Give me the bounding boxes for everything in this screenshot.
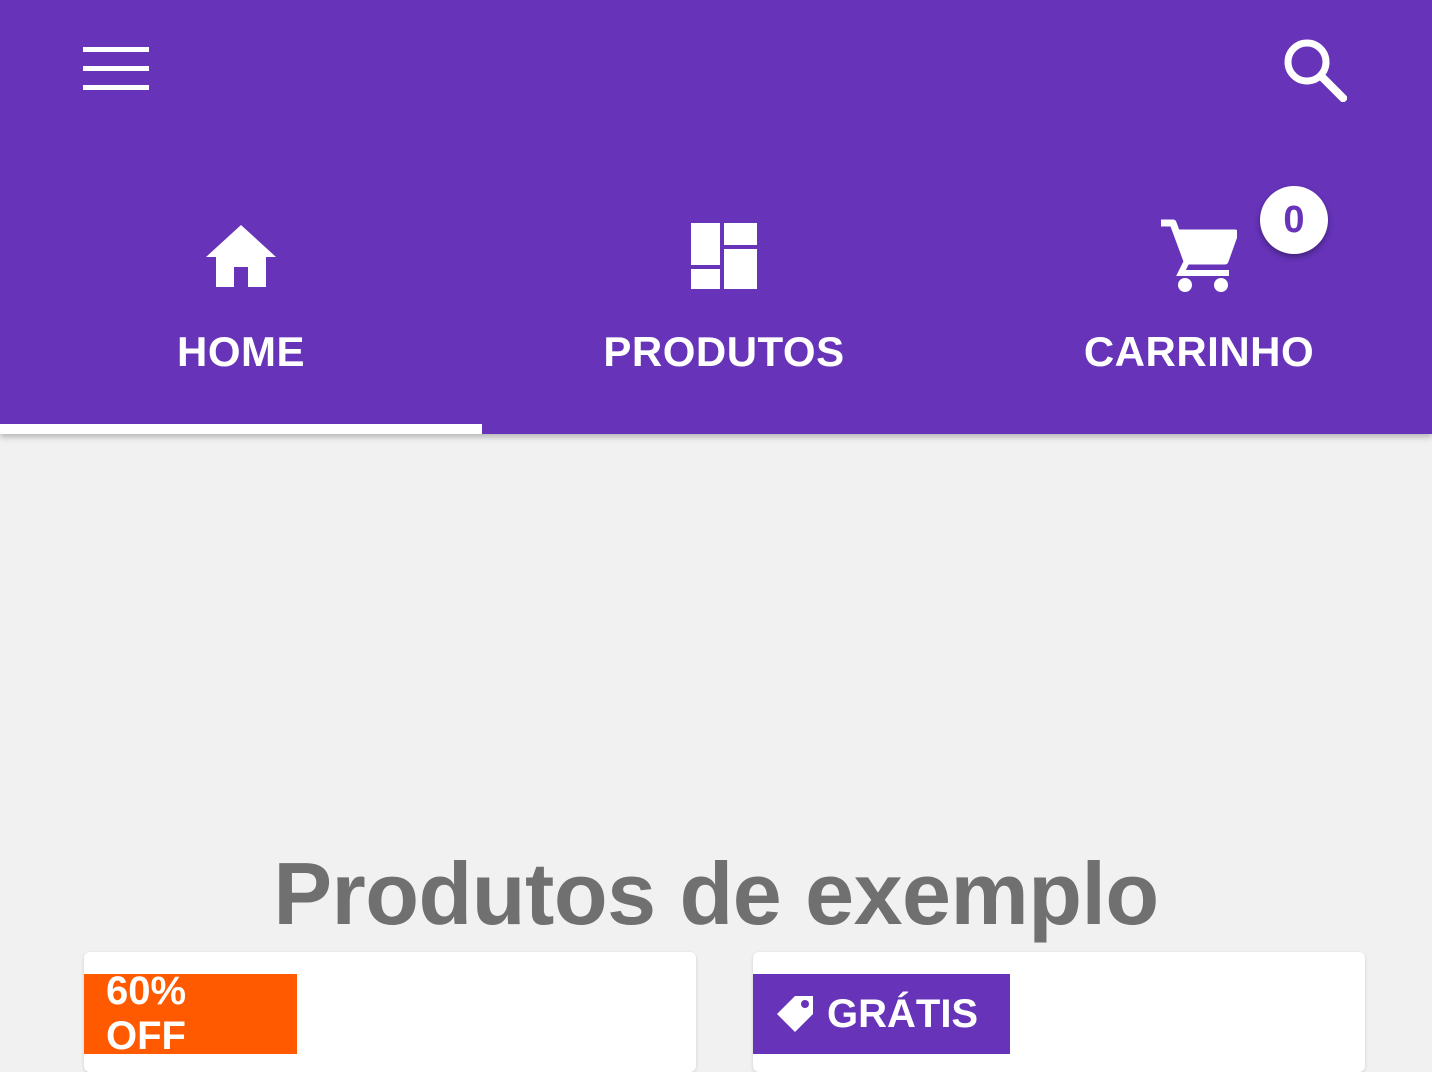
tag-icon [775,994,815,1034]
cart-icon [1159,216,1239,296]
selected-tab-indicator [0,424,482,434]
free-badge: GRÁTIS [753,974,1010,1054]
tab-home-label: HOME [177,328,305,375]
search-button[interactable] [1266,26,1362,112]
hamburger-menu-icon [83,47,149,90]
tab-bar: HOME PRODUTOS CARRINHO [0,180,1432,434]
home-icon [201,216,281,296]
free-badge-label: GRÁTIS [827,991,979,1036]
page-title: Produtos de exemplo [273,843,1159,943]
product-card[interactable]: GRÁTIS [753,952,1365,1072]
tab-carrinho-label: CARRINHO [1083,328,1315,375]
dashboard-icon [684,216,764,296]
tab-home[interactable]: HOME [0,180,482,434]
cart-count-badge: 0 [1260,186,1328,254]
app-bar: HOME PRODUTOS CARRINHO [0,0,1432,434]
tab-produtos[interactable]: PRODUTOS [482,180,966,434]
discount-badge: 60% OFF [84,969,297,1058]
tab-carrinho[interactable]: CARRINHO [966,180,1432,434]
search-icon [1284,39,1347,102]
product-card[interactable]: 60% OFF [84,952,696,1072]
menu-button[interactable] [70,30,162,108]
tab-produtos-label: PRODUTOS [603,328,845,375]
